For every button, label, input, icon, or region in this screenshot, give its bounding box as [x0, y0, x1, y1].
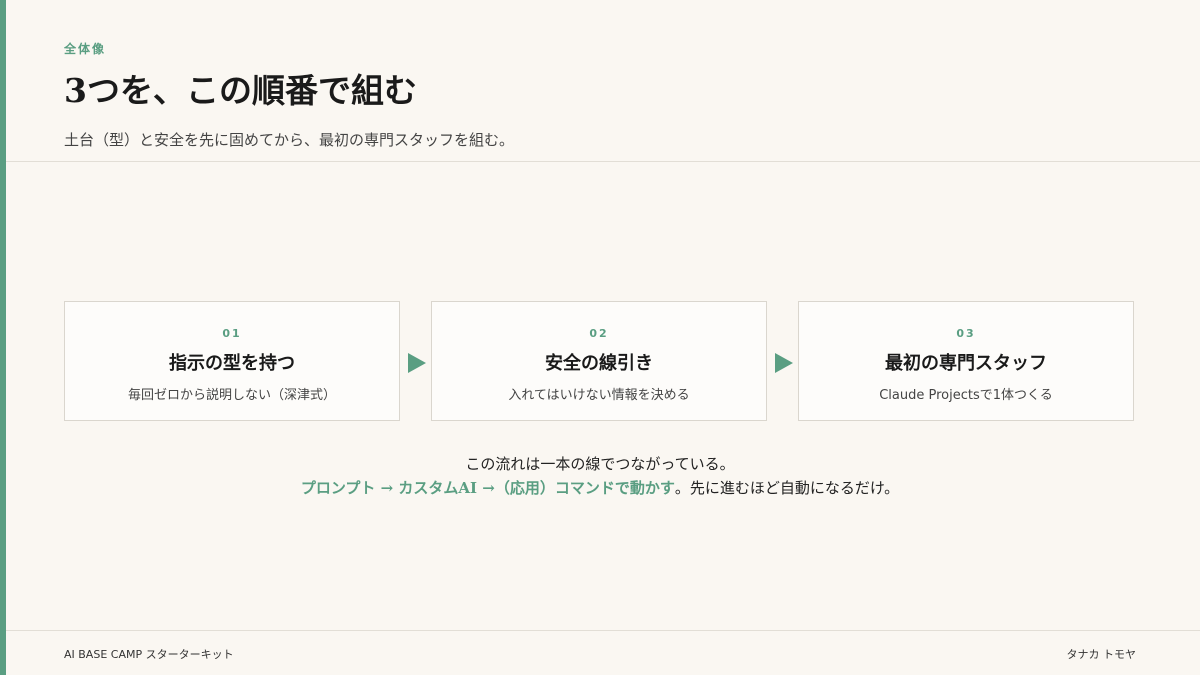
footer-author: タナカ トモヤ [1066, 648, 1137, 661]
section-eyebrow: 全体像 [64, 42, 107, 56]
step-number: 03 [956, 327, 976, 340]
footer-brand: AI BASE CAMP スターターキット [64, 648, 234, 661]
step-description: 毎回ゼロから説明しない（深津式） [127, 388, 336, 403]
footer-divider [6, 630, 1200, 631]
step-title: 最初の専門スタッフ [885, 353, 1047, 374]
step-title: 指示の型を持つ [169, 353, 295, 374]
step-arrow-icon [408, 353, 426, 373]
step-number: 01 [222, 327, 242, 340]
step-description: Claude Projectsで1体つくる [879, 388, 1053, 403]
step-description: 入れてはいけない情報を決める [508, 388, 690, 403]
left-accent-bar [0, 0, 6, 675]
flow-highlight: プロンプト → カスタムAI →（応用）コマンドで動かす [300, 479, 675, 497]
step-card-2: 02 安全の線引き 入れてはいけない情報を決める [431, 301, 767, 421]
flow-line-2: プロンプト → カスタムAI →（応用）コマンドで動かす。先に進むほど自動になる… [64, 476, 1136, 500]
step-card-3: 03 最初の専門スタッフ Claude Projectsで1体つくる [798, 301, 1134, 421]
slide-subtitle: 土台（型）と安全を先に固めてから、最初の専門スタッフを組む。 [64, 131, 515, 149]
header-divider [6, 161, 1200, 162]
slide-header: 全体像 3つを、この順番で組む 土台（型）と安全を先に固めてから、最初の専門スタ… [64, 40, 1144, 150]
flow-summary: この流れは一本の線でつながっている。 プロンプト → カスタムAI →（応用）コ… [64, 452, 1136, 500]
steps-row: 01 指示の型を持つ 毎回ゼロから説明しない（深津式） 02 安全の線引き 入れ… [64, 301, 1136, 423]
flow-line-1: この流れは一本の線でつながっている。 [465, 455, 735, 473]
flow-line-2-rest: 。先に進むほど自動になるだけ。 [674, 479, 900, 497]
step-number: 02 [589, 327, 609, 340]
step-arrow-icon [775, 353, 793, 373]
slide-title: 3つを、この順番で組む [64, 71, 417, 110]
step-title: 安全の線引き [545, 353, 653, 374]
step-card-1: 01 指示の型を持つ 毎回ゼロから説明しない（深津式） [64, 301, 400, 421]
